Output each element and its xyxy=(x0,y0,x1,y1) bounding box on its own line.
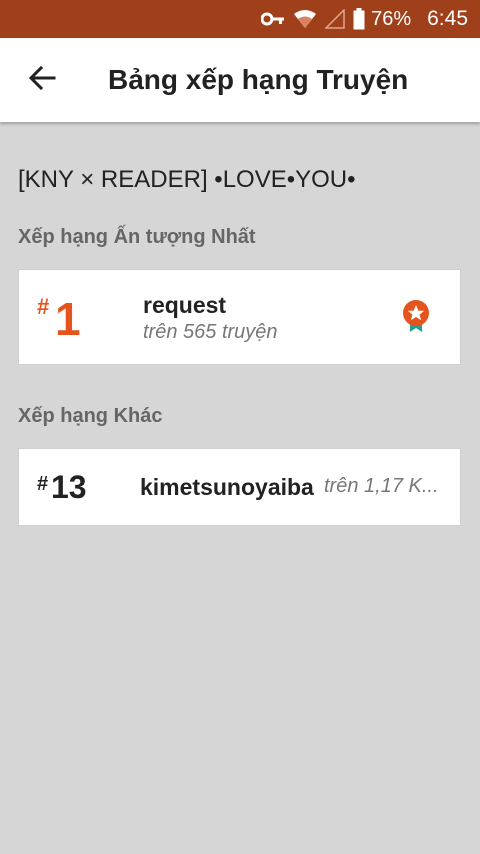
tag-name: request xyxy=(143,292,227,318)
status-bar: 76% 6:45 xyxy=(0,0,480,38)
signal-icon xyxy=(325,9,345,29)
rank-hash: # xyxy=(37,473,49,495)
tag-subtitle: trên 1,17 K... xyxy=(324,475,439,497)
story-title: [KNY × READER] •LOVE•YOU• xyxy=(18,166,356,193)
section-title-other-ranking: Xếp hạng Khác xyxy=(18,405,163,427)
page-title: Bảng xếp hạng Truyện xyxy=(108,64,409,95)
rank-hash: # xyxy=(37,294,50,319)
award-ribbon-icon xyxy=(401,298,431,334)
ranking-card[interactable]: # 1 request trên 565 truyện xyxy=(18,269,461,365)
battery-icon xyxy=(353,8,365,30)
app-bar: Bảng xếp hạng Truyện xyxy=(0,38,480,122)
key-icon xyxy=(261,12,285,26)
back-button[interactable] xyxy=(0,38,84,122)
tag-name: kimetsunoyaiba xyxy=(140,474,314,500)
arrow-left-icon xyxy=(28,64,56,97)
section-title-top-ranking: Xếp hạng Ấn tượng Nhất xyxy=(18,226,256,248)
rank-number: 1 xyxy=(55,293,81,345)
wifi-icon xyxy=(293,9,317,29)
battery-percent: 76% xyxy=(371,7,412,30)
clock: 6:45 xyxy=(427,7,468,30)
ranking-card[interactable]: # 13 kimetsunoyaiba trên 1,17 K... xyxy=(18,448,461,526)
rank-number: 13 xyxy=(51,469,87,505)
tag-subtitle: trên 565 truyện xyxy=(143,321,278,343)
